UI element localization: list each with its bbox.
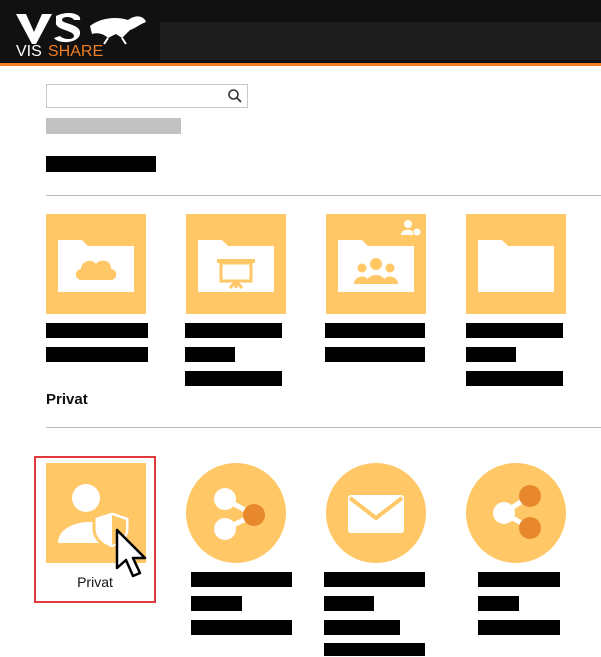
redacted-label [185, 323, 282, 338]
share-alt-tile[interactable] [466, 463, 566, 563]
folder-tile-cloud[interactable] [46, 214, 146, 314]
share-tile[interactable] [186, 463, 286, 563]
share-icon [214, 488, 265, 540]
divider-top [46, 195, 601, 196]
redacted-label [466, 347, 516, 362]
envelope-icon [348, 495, 404, 533]
redacted-label [478, 620, 560, 635]
redacted-label [325, 347, 425, 362]
redacted-label [191, 620, 292, 635]
redacted-label [478, 596, 519, 611]
search-input[interactable] [49, 87, 223, 107]
redacted-label [466, 371, 563, 386]
divider-privat [46, 427, 601, 428]
folder-tile-presentation[interactable] [186, 214, 286, 314]
top-header: VIS SHARE [0, 0, 601, 66]
folder-tile-group[interactable] [326, 214, 426, 314]
mail-tile[interactable] [326, 463, 426, 563]
header-band [160, 22, 601, 60]
search-box[interactable] [46, 84, 248, 108]
redacted-label [185, 371, 282, 386]
redacted-label [478, 572, 560, 587]
section-title-privat: Privat [46, 391, 88, 408]
logo-text-share: SHARE [48, 43, 103, 60]
mouse-pointer-icon [115, 528, 147, 578]
redacted-label [185, 347, 235, 362]
redacted-heading [46, 156, 156, 172]
visshare-logo[interactable]: VIS SHARE [12, 8, 162, 60]
redacted-label [324, 596, 374, 611]
redacted-label [324, 643, 425, 656]
redacted-label [466, 323, 563, 338]
redacted-label [46, 323, 148, 338]
redacted-label [191, 572, 292, 587]
redacted-label [324, 572, 425, 587]
redacted-label [325, 323, 425, 338]
cloud-folder-icon [58, 240, 134, 292]
redacted-label [46, 347, 148, 362]
shared-user-badge-icon [401, 220, 422, 237]
folder-tile-plain[interactable] [466, 214, 566, 314]
logo-text-vis: VIS [16, 43, 42, 60]
presentation-folder-icon [198, 240, 274, 292]
redacted-label [191, 596, 242, 611]
placeholder-bar [46, 118, 181, 134]
share-alt-icon [493, 485, 541, 539]
folder-icon [478, 240, 554, 292]
search-icon[interactable] [227, 88, 243, 104]
redacted-label [324, 620, 400, 635]
